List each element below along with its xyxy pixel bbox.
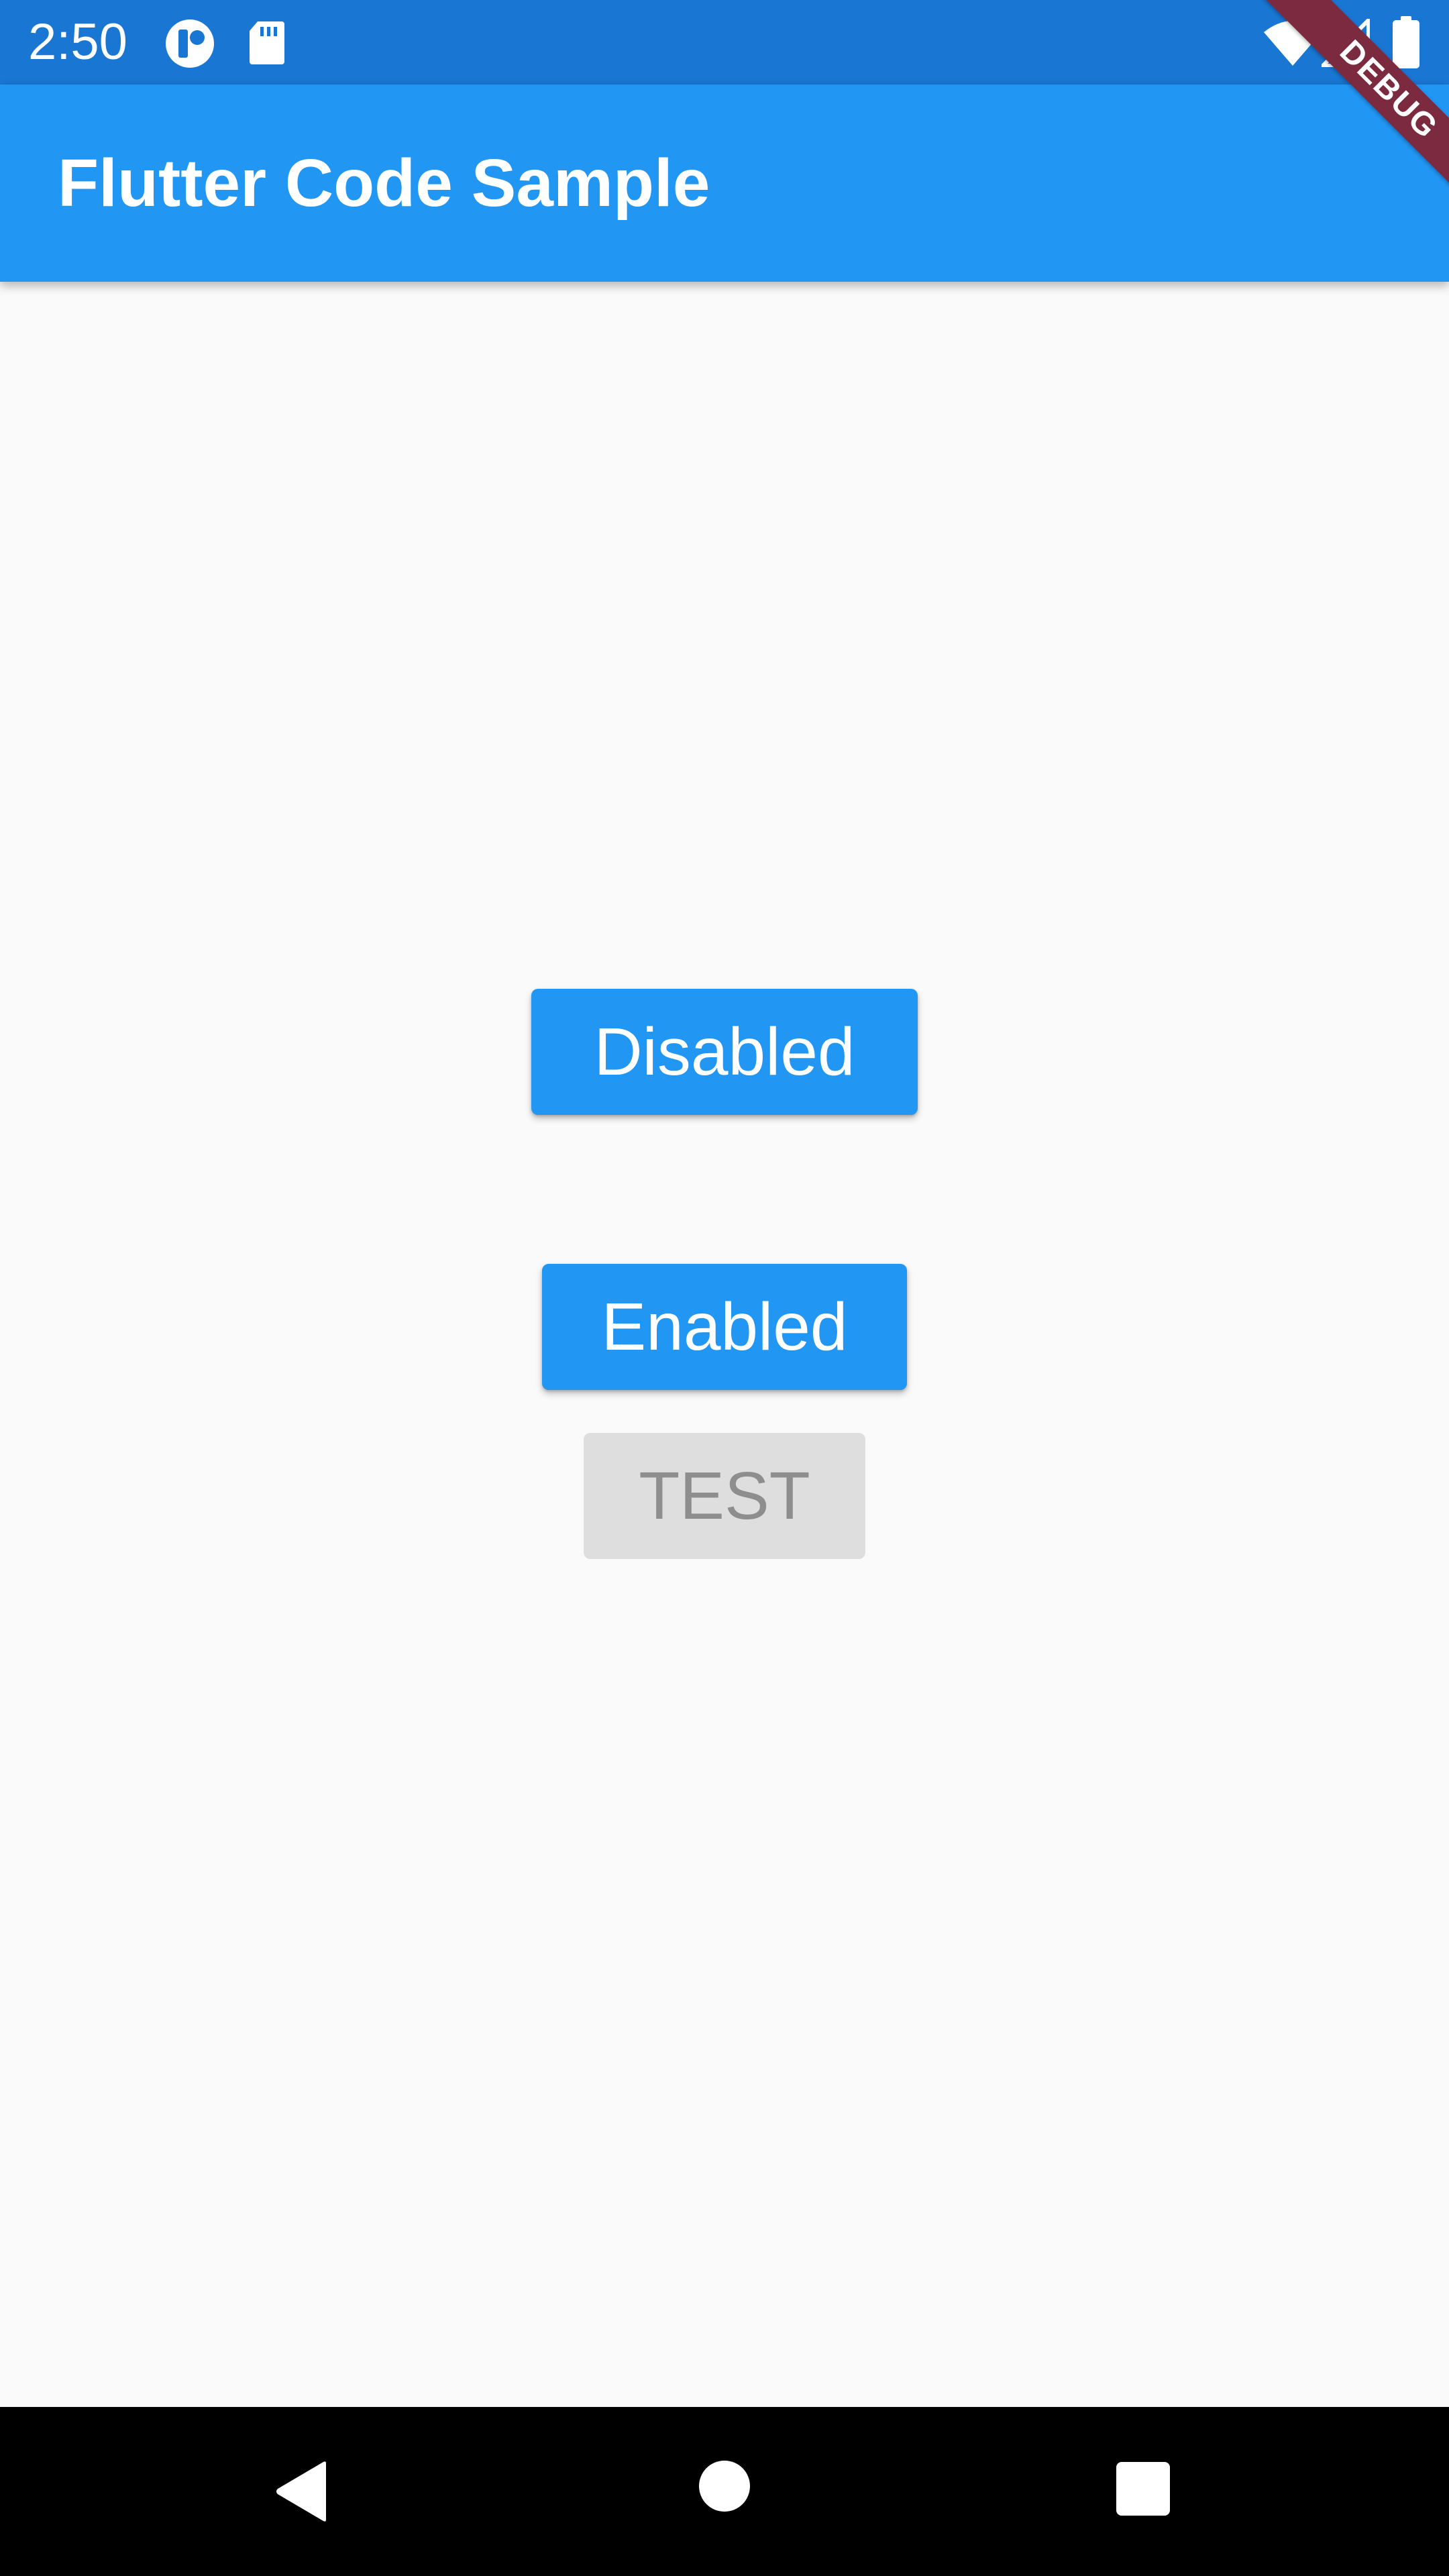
recents-icon[interactable] — [1116, 2462, 1170, 2516]
disabled-button[interactable]: Disabled — [531, 989, 918, 1115]
notification-app-icon — [166, 19, 214, 68]
home-icon[interactable] — [698, 2460, 751, 2512]
status-time: 2:50 — [28, 13, 127, 70]
battery-icon — [1393, 16, 1419, 68]
app-screen: 2:50 Flutter Code Sample DEBUG Disabled … — [0, 0, 1449, 2576]
app-bar: Flutter Code Sample — [0, 85, 1449, 282]
back-icon[interactable] — [274, 2461, 330, 2522]
status-bar: 2:50 — [0, 0, 1449, 85]
sd-card-icon — [250, 21, 284, 64]
test-button[interactable]: TEST — [584, 1433, 865, 1559]
system-nav-bar — [0, 2407, 1449, 2576]
enabled-button[interactable]: Enabled — [542, 1264, 907, 1390]
app-bar-title: Flutter Code Sample — [58, 146, 710, 221]
